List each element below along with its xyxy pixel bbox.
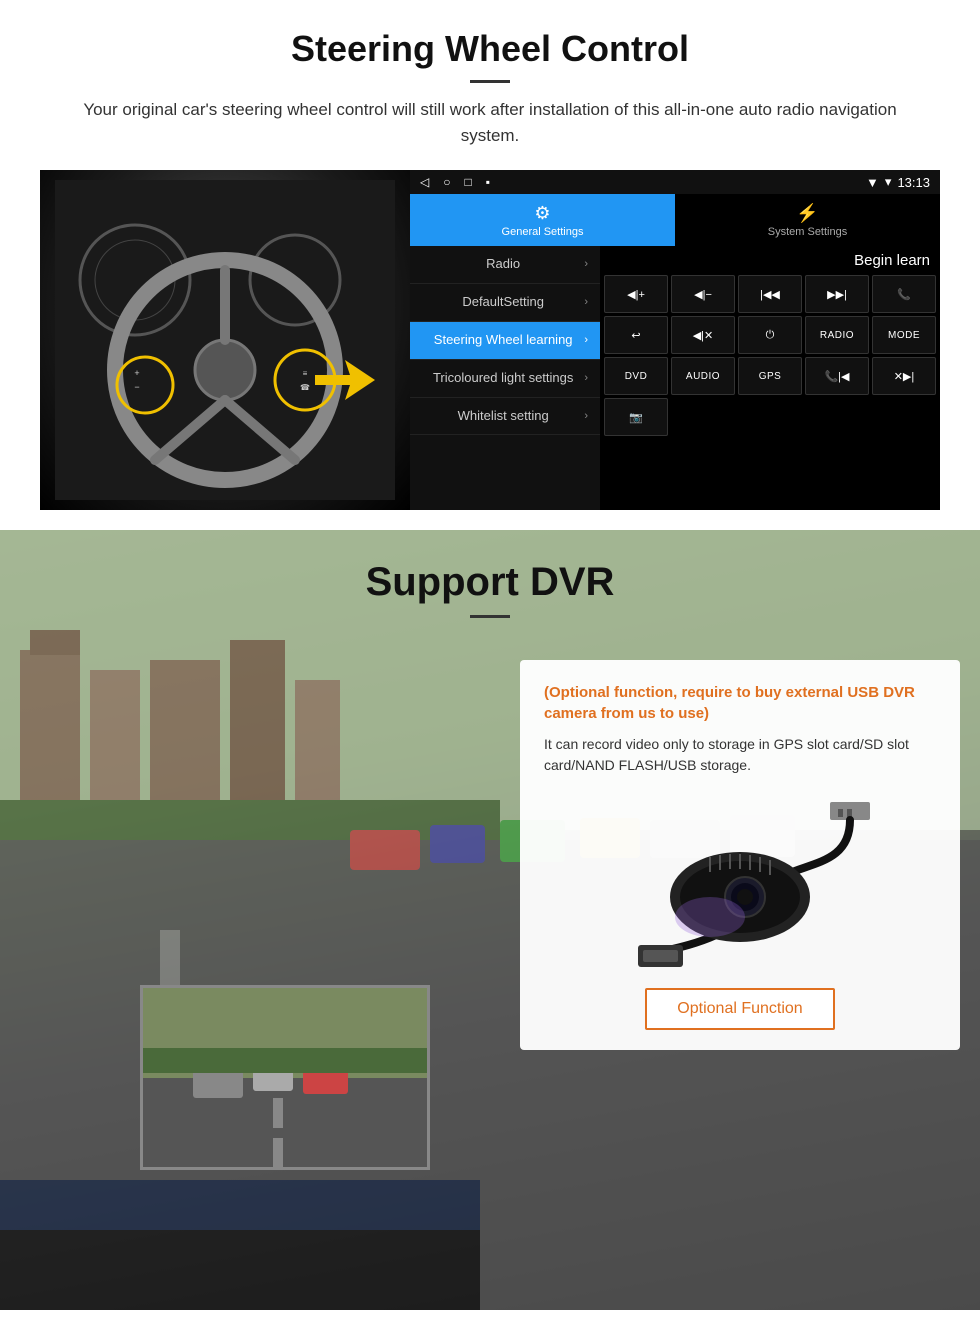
steering-title: Steering Wheel Control [40, 28, 940, 70]
begin-learn-row: Begin learn [600, 246, 940, 275]
ctrl-vol-plus[interactable]: ◀|+ [604, 275, 668, 313]
chevron-icon: › [584, 410, 588, 422]
menu-default[interactable]: DefaultSetting › [410, 284, 600, 322]
nav-recent-icon[interactable]: □ [464, 175, 471, 189]
system-settings-icon: ⚡ [796, 203, 818, 224]
dvr-title-overlay: Support DVR [0, 530, 980, 618]
control-grid: ◀|+ ◀|− |◀◀ ▶▶| 📞 ↩ ◀|✕ ⏻ RADIO MODE DVD [600, 275, 940, 440]
dvr-camera-illustration [544, 792, 936, 972]
ctrl-camera[interactable]: 📷 [604, 398, 668, 436]
menu-tricoloured[interactable]: Tricoloured light settings › [410, 360, 600, 398]
dvr-info-card: (Optional function, require to buy exter… [520, 660, 960, 1050]
begin-learn-button[interactable]: Begin learn [854, 252, 930, 269]
chevron-icon: › [584, 258, 588, 270]
signal-icon: ▼ [866, 175, 879, 190]
chevron-icon: › [584, 334, 588, 346]
dvr-section: Support DVR [0, 530, 980, 1310]
ctrl-call-next[interactable]: ✕▶| [872, 357, 936, 395]
svg-text:≡: ≡ [303, 369, 308, 378]
steering-subtitle: Your original car's steering wheel contr… [80, 97, 900, 148]
dvr-preview-svg [143, 988, 430, 1170]
dvr-optional-text: (Optional function, require to buy exter… [544, 682, 936, 724]
ctrl-audio[interactable]: AUDIO [671, 357, 735, 395]
ctrl-dvd[interactable]: DVD [604, 357, 668, 395]
ctrl-vol-minus[interactable]: ◀|− [671, 275, 735, 313]
ctrl-call-prev[interactable]: 📞|◀ [805, 357, 869, 395]
menu-radio[interactable]: Radio › [410, 246, 600, 284]
ctrl-power[interactable]: ⏻ [738, 316, 802, 354]
tab-bar: ⚙ General Settings ⚡ System Settings [410, 194, 940, 246]
status-bar: ◁ ○ □ ▪ ▼ ▾ 13:13 [410, 170, 940, 194]
ctrl-radio[interactable]: RADIO [805, 316, 869, 354]
steering-wheel-svg: + − ≡ ☎ [55, 180, 395, 500]
title-divider [470, 80, 510, 83]
chevron-icon: › [584, 296, 588, 308]
svg-text:−: − [134, 382, 139, 392]
nav-menu-icon[interactable]: ▪ [486, 175, 490, 189]
nav-icons: ◁ ○ □ ▪ [420, 175, 490, 189]
status-icons: ▼ ▾ 13:13 [866, 174, 930, 190]
steering-composite: + − ≡ ☎ ◁ ○ □ ▪ [40, 170, 940, 510]
general-settings-icon: ⚙ [534, 203, 550, 224]
dvr-divider [470, 615, 510, 618]
chevron-icon: › [584, 372, 588, 384]
right-panel: Begin learn ◀|+ ◀|− |◀◀ ▶▶| 📞 ↩ ◀|✕ ⏻ RA… [600, 246, 940, 510]
dvr-preview-road [143, 988, 427, 1167]
tab-general[interactable]: ⚙ General Settings [410, 194, 675, 246]
ctrl-mute[interactable]: ◀|✕ [671, 316, 735, 354]
dvr-title: Support DVR [0, 560, 980, 605]
ctrl-prev-track[interactable]: |◀◀ [738, 275, 802, 313]
ctrl-hang-up[interactable]: ↩ [604, 316, 668, 354]
ctrl-phone[interactable]: 📞 [872, 275, 936, 313]
steering-wheel-photo: + − ≡ ☎ [40, 170, 410, 510]
menu-whitelist[interactable]: Whitelist setting › [410, 398, 600, 436]
svg-text:+: + [134, 368, 139, 378]
ctrl-gps[interactable]: GPS [738, 357, 802, 395]
nav-back-icon[interactable]: ◁ [420, 175, 429, 189]
steering-section: Steering Wheel Control Your original car… [0, 0, 980, 530]
android-ui: ◁ ○ □ ▪ ▼ ▾ 13:13 ⚙ General Settings [410, 170, 940, 510]
menu-steering[interactable]: Steering Wheel learning › [410, 322, 600, 360]
tab-system[interactable]: ⚡ System Settings [675, 194, 940, 246]
content-area: Radio › DefaultSetting › Steering Wheel … [410, 246, 940, 510]
dvr-desc-text: It can record video only to storage in G… [544, 734, 936, 776]
tab-general-label: General Settings [502, 226, 584, 238]
dvr-preview-inset [140, 985, 430, 1170]
tab-system-label: System Settings [768, 226, 847, 238]
optional-function-button[interactable]: Optional Function [645, 988, 834, 1030]
time-display: 13:13 [897, 175, 930, 190]
wifi-icon: ▾ [885, 174, 892, 190]
svg-text:☎: ☎ [300, 383, 310, 392]
ctrl-mode[interactable]: MODE [872, 316, 936, 354]
nav-home-icon[interactable]: ○ [443, 175, 450, 189]
ctrl-next-track[interactable]: ▶▶| [805, 275, 869, 313]
dvr-camera-svg [580, 797, 900, 967]
left-menu: Radio › DefaultSetting › Steering Wheel … [410, 246, 600, 510]
